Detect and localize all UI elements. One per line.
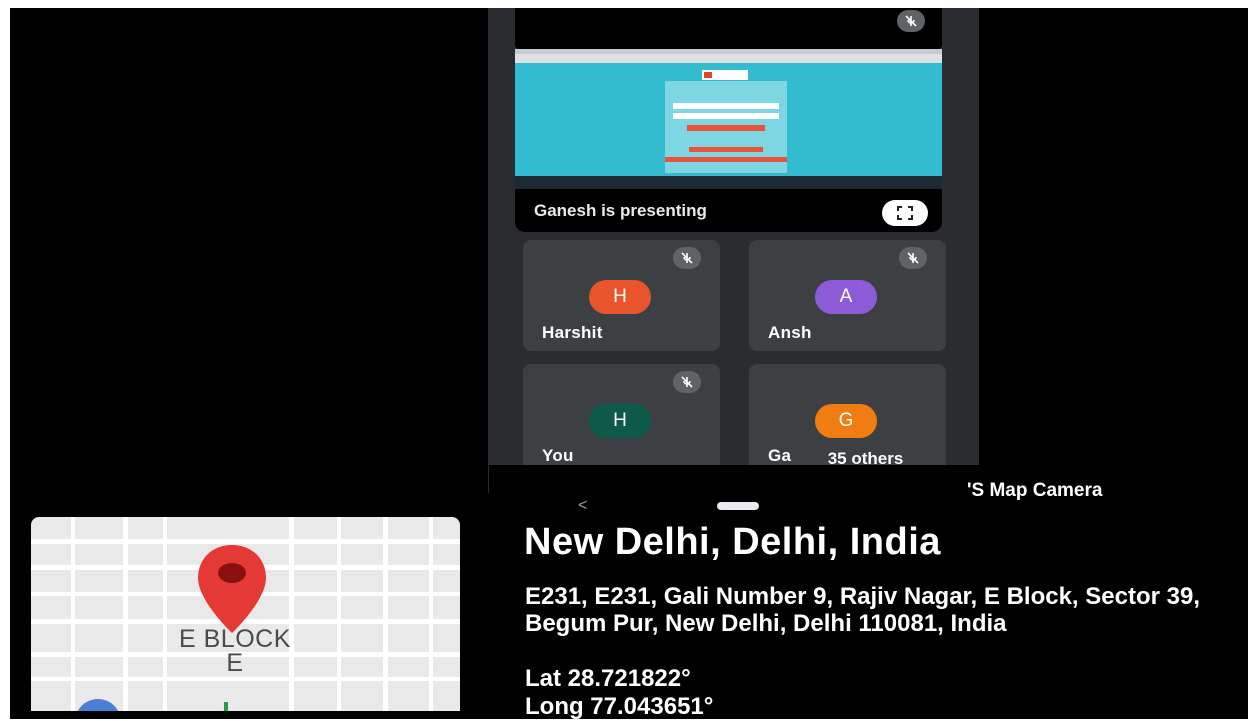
- meet-screen: Ganesh is presenting H Harshit A Ansh H …: [488, 8, 979, 493]
- participant-tile-you[interactable]: H You: [523, 364, 720, 475]
- mic-off-icon: [673, 371, 701, 393]
- google-logo-icon: [75, 699, 121, 711]
- gps-city: New Delhi, Delhi, India: [524, 521, 941, 563]
- participant-tile-harshit[interactable]: H Harshit: [523, 240, 720, 351]
- map-thumbnail: E BLOCK E: [31, 517, 460, 711]
- participant-name: Harshit: [542, 323, 603, 342]
- avatar: H: [589, 404, 651, 438]
- windows-taskbar: [515, 176, 942, 189]
- mic-off-icon: [899, 247, 927, 269]
- google-logo-fragment: [224, 702, 228, 711]
- participant-name: You: [542, 446, 574, 465]
- browser-tabs: [515, 49, 942, 54]
- link-button: [665, 157, 787, 162]
- link-button: [689, 147, 763, 152]
- home-pill[interactable]: [717, 502, 759, 510]
- gps-longitude: Long 77.043651°: [525, 693, 714, 720]
- login-button: [687, 125, 765, 131]
- site-logo: [702, 70, 748, 80]
- presenting-label: Ganesh is presenting: [534, 201, 707, 220]
- avatar: G: [815, 404, 877, 438]
- participant-tile-top[interactable]: [515, 8, 942, 49]
- shared-screen-image: [515, 49, 942, 189]
- participant-name: Ansh: [768, 323, 812, 342]
- password-field: [673, 113, 779, 119]
- avatar: H: [589, 280, 651, 314]
- fullscreen-button[interactable]: [882, 200, 928, 226]
- screen-share-tile[interactable]: Ganesh is presenting: [515, 49, 942, 232]
- mic-off-icon: [673, 247, 701, 269]
- fullscreen-icon: [897, 206, 913, 220]
- gps-address: E231, E231, Gali Number 9, Rajiv Nagar, …: [525, 583, 1200, 637]
- gps-brand-label: 'S Map Camera: [967, 480, 1103, 501]
- map-label-line1: E BLOCK: [179, 625, 291, 653]
- map-label-line2: E: [226, 649, 244, 677]
- avatar: A: [815, 280, 877, 314]
- map-block-label: E BLOCK E: [179, 625, 291, 677]
- mic-off-icon: [897, 10, 925, 32]
- participant-tile-ansh[interactable]: A Ansh: [749, 240, 946, 351]
- participant-name: Ga: [768, 446, 792, 465]
- login-field: [673, 103, 779, 109]
- gps-latitude: Lat 28.721822°: [525, 665, 691, 692]
- back-nav-icon[interactable]: <: [578, 497, 587, 515]
